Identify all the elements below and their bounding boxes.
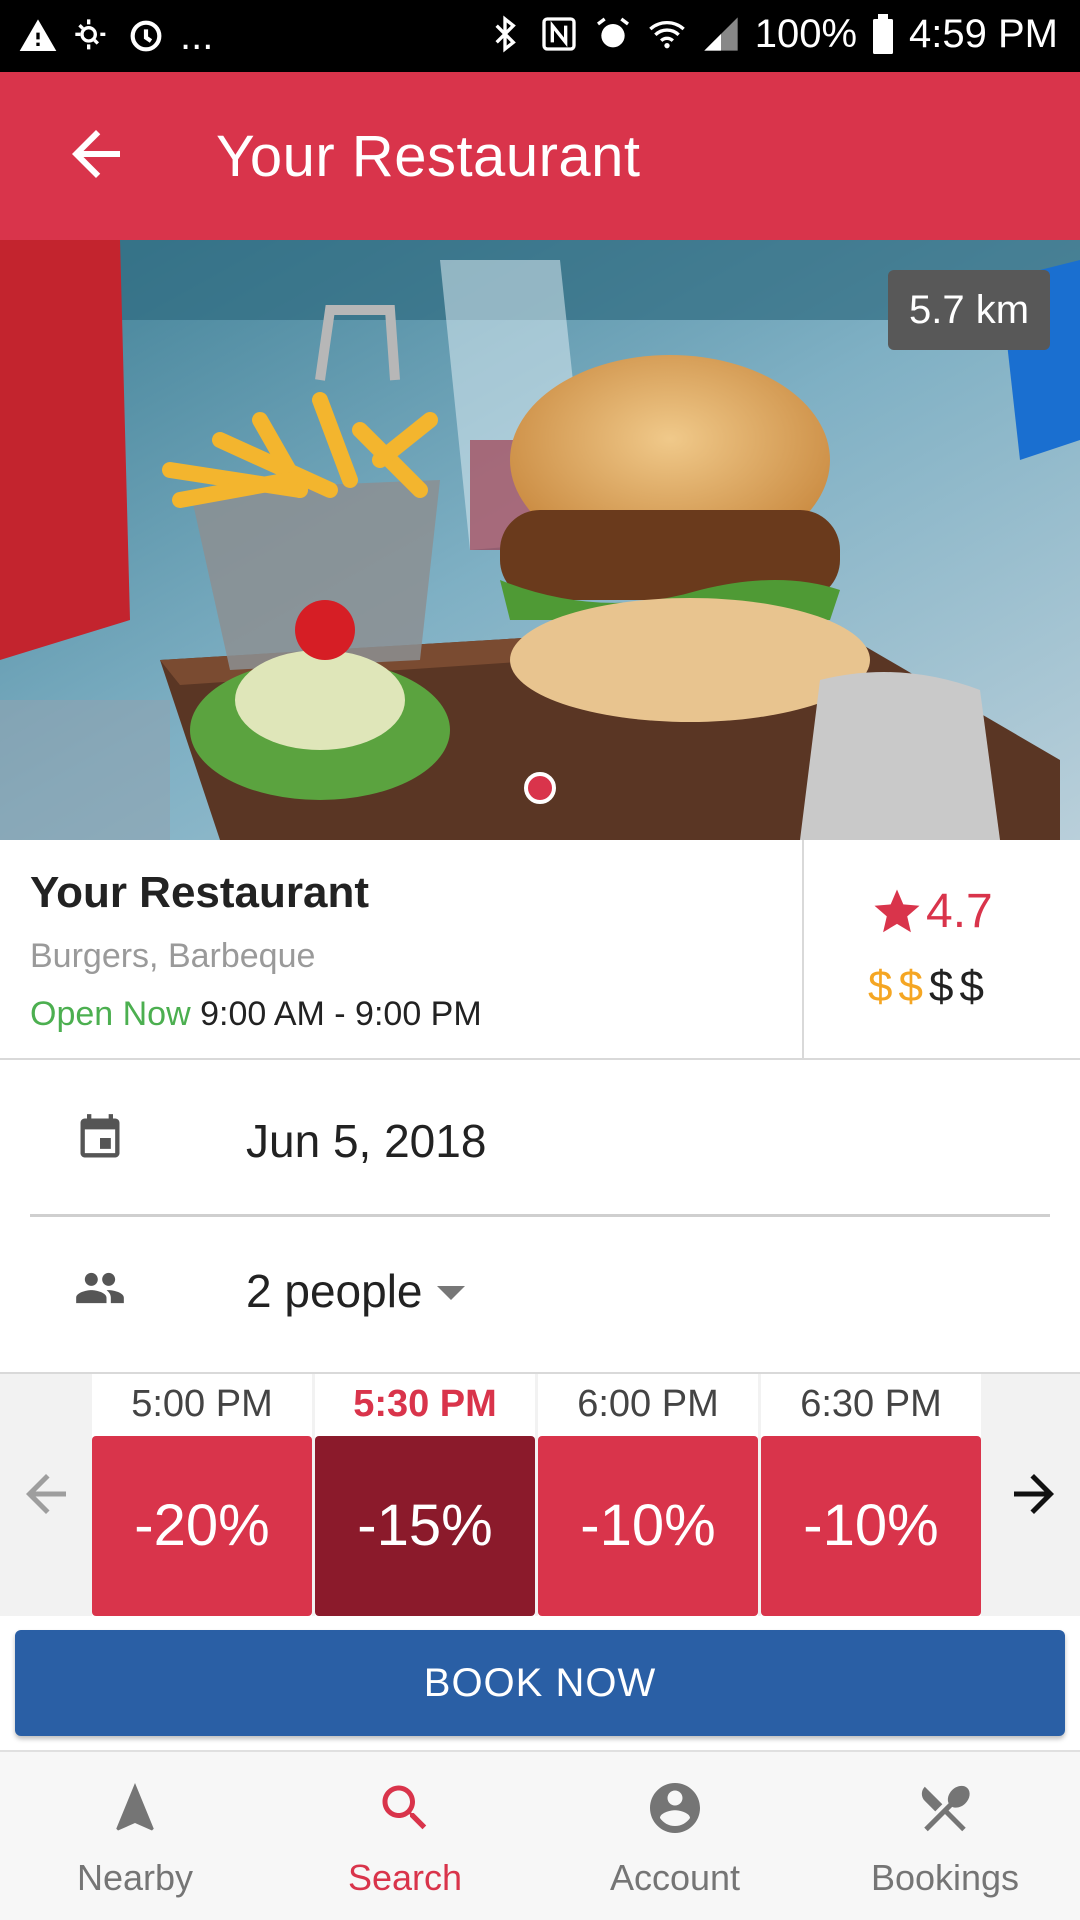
- nav-item-nearby[interactable]: Nearby: [0, 1752, 270, 1920]
- divider: [802, 840, 804, 1060]
- time-slot-discount: -15%: [315, 1436, 535, 1616]
- restaurant-info: Your Restaurant Burgers, Barbeque Open N…: [0, 840, 1080, 1060]
- party-size-selector[interactable]: 2 people: [0, 1218, 1080, 1368]
- divider: [30, 1214, 1050, 1217]
- nav-item-label: Search: [347, 1857, 463, 1898]
- time-slot-discount: -20%: [92, 1436, 312, 1616]
- nav-item-label: Account: [609, 1857, 741, 1898]
- nav-item-label: Nearby: [76, 1857, 194, 1898]
- arrow-left-icon[interactable]: [16, 1464, 76, 1524]
- app-bar: Your Restaurant: [0, 72, 1080, 240]
- search-icon: [382, 1785, 427, 1830]
- party-size-value: 2 people: [246, 1265, 423, 1317]
- nav-item-search[interactable]: Search: [270, 1752, 540, 1920]
- party-size-dropdown[interactable]: 2 people: [246, 1264, 465, 1318]
- chevron-down-icon: [436, 1286, 465, 1300]
- time-slot-picker: 5:00 PM -20% 5:30 PM -15% 6:00 PM -10% 6…: [0, 1372, 1080, 1616]
- bluetooth-icon: [495, 15, 516, 53]
- selected-date: Jun 5, 2018: [246, 1115, 487, 1167]
- alarm-icon: [596, 17, 629, 48]
- rating-value: 4.7: [926, 885, 993, 938]
- price-symbol: $: [928, 962, 960, 1011]
- nav-item-account[interactable]: Account: [540, 1752, 810, 1920]
- carousel-indicator: [524, 772, 556, 804]
- people-icon: [76, 1272, 124, 1304]
- rating: 4.7: [870, 884, 993, 939]
- account-icon: [650, 1783, 700, 1833]
- page-title: Your Restaurant: [216, 124, 641, 189]
- arrow-back-icon[interactable]: [60, 118, 132, 190]
- price-symbol: $: [868, 962, 899, 1011]
- time-slot-discount: -10%: [538, 1436, 758, 1616]
- open-status: Open Now: [30, 995, 191, 1033]
- calendar-icon: [80, 1114, 120, 1158]
- signal-icon: [704, 17, 738, 51]
- time-slot-discount: -10%: [761, 1436, 981, 1616]
- time-slot-selected[interactable]: 5:30 PM -15%: [315, 1374, 535, 1616]
- nfc-icon: [542, 17, 576, 51]
- cuisine-tags: Burgers, Barbeque: [30, 937, 316, 975]
- navigation-icon: [116, 1783, 154, 1831]
- status-bar-notifications: ...: [18, 12, 213, 60]
- book-now-button[interactable]: BOOK NOW: [15, 1630, 1065, 1736]
- time-slot[interactable]: 6:00 PM -10%: [538, 1374, 758, 1616]
- restaurant-name: Your Restaurant: [30, 868, 370, 917]
- battery-percent: 100%: [754, 12, 858, 56]
- status-bar-system: 100% 4:59 PM: [485, 10, 1058, 58]
- sync-icon: [130, 20, 162, 52]
- time-slot-time: 6:30 PM: [761, 1374, 981, 1434]
- battery-icon: [873, 14, 894, 54]
- more-notifications-text: ...: [180, 14, 214, 58]
- bottom-navigation: Nearby Search Account Bookings: [0, 1750, 1080, 1920]
- price-level: $$$$: [868, 962, 990, 1012]
- distance-badge: 5.7 km: [888, 270, 1050, 350]
- clock: 4:59 PM: [909, 12, 1058, 56]
- nav-item-bookings[interactable]: Bookings: [810, 1752, 1080, 1920]
- time-slot[interactable]: 6:30 PM -10%: [761, 1374, 981, 1616]
- time-slot[interactable]: 5:00 PM -20%: [92, 1374, 312, 1616]
- time-slot-time: 5:00 PM: [92, 1374, 312, 1434]
- date-selector[interactable]: Jun 5, 2018: [0, 1062, 1080, 1217]
- price-symbol: $: [959, 962, 990, 1011]
- nav-item-label: Bookings: [870, 1857, 1020, 1898]
- time-slot-time: 5:30 PM: [315, 1374, 535, 1434]
- restaurant-photo-carousel[interactable]: 5.7 km: [0, 240, 1080, 840]
- warning-icon: [19, 19, 57, 51]
- arrow-right-icon[interactable]: [1004, 1464, 1064, 1524]
- hours-range: 9:00 AM - 9:00 PM: [200, 995, 482, 1033]
- price-symbol: $: [898, 962, 929, 1011]
- weather-icon: [75, 19, 106, 50]
- wifi-icon: [648, 21, 685, 49]
- time-slot-time: 6:00 PM: [538, 1374, 758, 1434]
- star-icon: [874, 889, 920, 932]
- status-bar: ... 100% 4:59 PM: [0, 0, 1080, 72]
- opening-hours: Open Now 9:00 AM - 9:00 PM: [30, 992, 482, 1036]
- cutlery-icon: [921, 1785, 970, 1832]
